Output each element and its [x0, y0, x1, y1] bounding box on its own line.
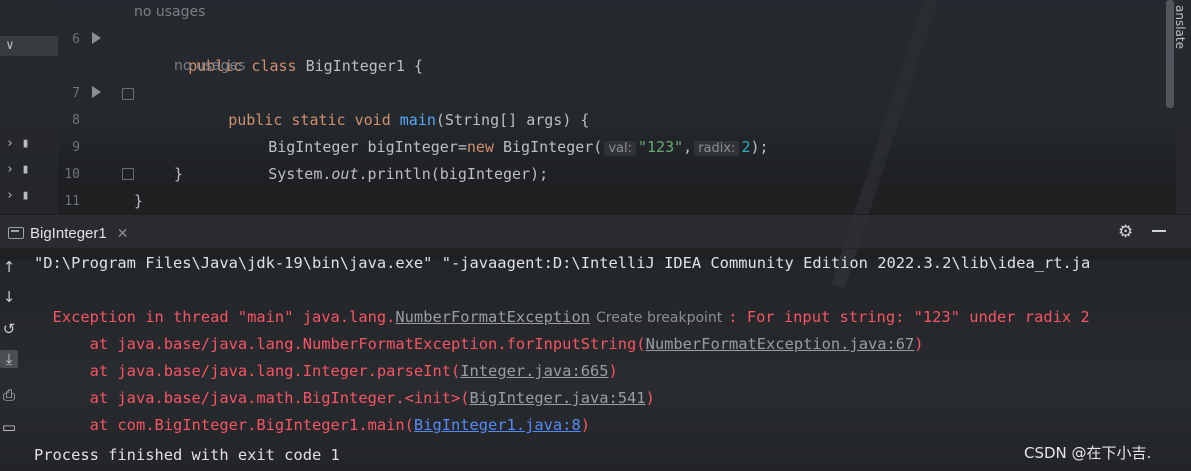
fold-icon[interactable] [122, 168, 134, 180]
code-line: System.out.println(bigInteger); [268, 165, 549, 183]
console-toolbar: ↑ ↓ ↺ ⤓ ⎙ ▭ [0, 248, 20, 471]
line-gutter[interactable]: 6 7 8 9 10 11 [58, 0, 134, 214]
code-line: } [134, 192, 144, 210]
stack-frame: at java.base/java.lang.Integer.parseInt(… [52, 362, 618, 380]
line-number: 8 [72, 113, 80, 128]
scroll-to-end-icon[interactable]: ⤓ [0, 350, 18, 368]
line-number: 11 [64, 194, 80, 209]
code-line: BigInteger bigInteger=new BigInteger(val… [268, 138, 769, 156]
chevron-right-icon[interactable]: › ▮ [6, 162, 56, 182]
run-panel-header: BigInteger1 ✕ [0, 214, 1191, 249]
line-number: 9 [72, 140, 80, 155]
run-gutter-icon[interactable] [92, 86, 101, 98]
chevron-right-icon[interactable]: › ▮ [6, 136, 56, 156]
trash-icon[interactable]: ▭ [0, 418, 18, 436]
project-tree-strip: ∨ › ▮ › ▮ › ▮ [0, 0, 58, 214]
chevron-right-icon[interactable]: › ▮ [6, 188, 56, 208]
console-command-line: "D:\Program Files\Java\jdk-19\bin\java.e… [34, 254, 1091, 272]
stack-frame: at java.base/java.math.BigInteger.<init>… [52, 389, 655, 407]
chevron-down-icon[interactable]: ∨ [6, 38, 56, 58]
process-exit-line: Process finished with exit code 1 [34, 446, 340, 464]
code-area[interactable]: no usages public class BigInteger1 { no … [134, 0, 1161, 214]
usage-hint[interactable]: no usages [134, 0, 205, 26]
watermark: CSDN @在下小吉. [1024, 444, 1152, 462]
translate-side-tab[interactable]: anslate [1173, 0, 1191, 214]
line-number: 6 [72, 32, 80, 47]
stack-frame: at java.base/java.lang.NumberFormatExcep… [52, 335, 924, 353]
console-icon [8, 227, 24, 239]
run-tab-label: BigInteger1 [30, 224, 107, 242]
line-number: 10 [64, 167, 80, 182]
fold-icon[interactable] [122, 88, 134, 100]
stack-frame-link[interactable]: BigInteger1.java:8 [414, 416, 581, 434]
run-tab-biginteger1[interactable]: BigInteger1 ✕ [8, 222, 128, 244]
parameter-hint-radix: radix: [694, 141, 740, 156]
up-arrow-icon[interactable]: ↑ [0, 258, 18, 276]
minimize-icon[interactable] [1152, 230, 1166, 232]
parameter-hint-val: val: [604, 141, 636, 156]
console-exception-line: Exception in thread "main" java.lang.Num… [52, 308, 1090, 326]
soft-wrap-icon[interactable]: ↺ [0, 320, 18, 338]
stack-frame: at com.BigInteger.BigInteger1.main(BigIn… [52, 416, 590, 434]
run-gutter-icon[interactable] [92, 32, 101, 44]
code-line: public static void main(String[] args) { [228, 111, 590, 129]
code-editor[interactable]: ∨ › ▮ › ▮ › ▮ 6 7 8 9 10 11 no usages pu… [0, 0, 1191, 214]
line-number: 7 [72, 86, 80, 101]
usage-hint[interactable]: no usages [174, 53, 245, 80]
down-arrow-icon[interactable]: ↓ [0, 288, 18, 306]
print-icon[interactable]: ⎙ [0, 386, 18, 404]
code-line: } [174, 165, 184, 183]
stack-frame-link[interactable]: NumberFormatException.java:67 [646, 335, 915, 353]
gear-icon[interactable]: ⚙ [1118, 222, 1133, 242]
code-line: public class BigInteger1 { [188, 57, 423, 75]
close-icon[interactable]: ✕ [117, 225, 129, 242]
